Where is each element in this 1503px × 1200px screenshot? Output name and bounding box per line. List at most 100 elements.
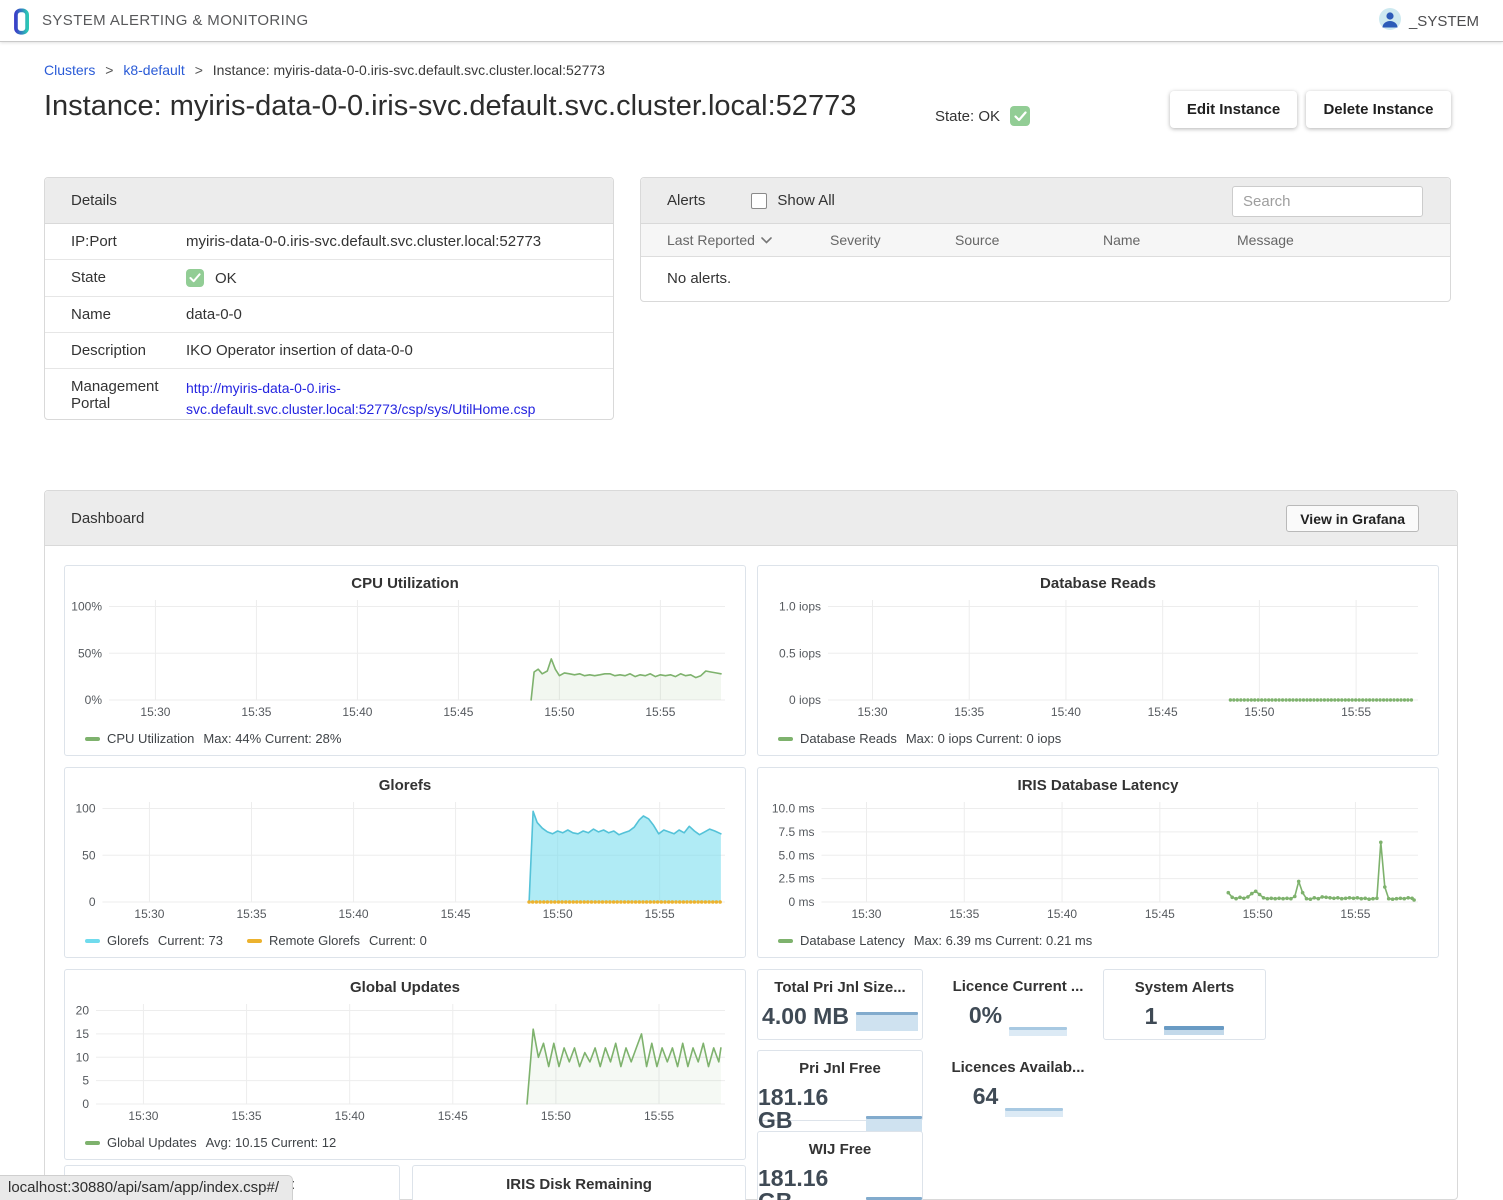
chart-svg: 15:3015:3515:4015:4515:5015:55050100 <box>69 798 741 926</box>
svg-text:15:35: 15:35 <box>236 907 266 921</box>
iris-database-latency-panel: IRIS Database Latency 15:3015:3515:4015:… <box>757 767 1439 958</box>
svg-text:15:35: 15:35 <box>954 705 984 719</box>
legend-swatch <box>85 939 100 943</box>
column-last-reported[interactable]: Last Reported <box>641 232 830 248</box>
svg-text:15: 15 <box>76 1027 90 1041</box>
state-label: State: OK <box>935 108 1000 125</box>
legend-series-name[interactable]: Global Updates <box>107 1135 197 1150</box>
breadcrumb-cluster-link[interactable]: k8-default <box>123 62 184 78</box>
legend-item: Database Latency Max: 6.39 ms Current: 0.… <box>778 933 1092 948</box>
stat-system-alerts: System Alerts 1 <box>1103 969 1266 1040</box>
stat-value: 4.00 MB <box>762 1005 849 1028</box>
legend-series-stats: Current: 73 <box>158 933 223 948</box>
column-name[interactable]: Name <box>1103 232 1237 248</box>
legend-series-name[interactable]: CPU Utilization <box>107 731 194 746</box>
svg-text:15:30: 15:30 <box>857 705 887 719</box>
legend-swatch <box>85 1141 100 1145</box>
cpu-utilization-panel: CPU Utilization 15:3015:3515:4015:4515:5… <box>64 565 746 756</box>
legend-series-name[interactable]: Remote Glorefs <box>269 933 360 948</box>
svg-text:0: 0 <box>82 1097 89 1111</box>
database-reads-panel: Database Reads 15:3015:3515:4015:4515:50… <box>757 565 1439 756</box>
details-row: Management Portal http://myiris-data-0-0… <box>45 369 613 429</box>
details-row-label: State <box>45 260 186 296</box>
chart-title: Glorefs <box>65 768 745 794</box>
user-avatar-icon[interactable] <box>1379 8 1401 35</box>
breadcrumb-clusters-link[interactable]: Clusters <box>44 62 95 78</box>
details-row: Description IKO Operator insertion of da… <box>45 333 613 369</box>
dashboard-header: Dashboard <box>71 510 144 527</box>
svg-text:0%: 0% <box>85 693 103 707</box>
legend-swatch <box>85 737 100 741</box>
svg-text:15:45: 15:45 <box>443 705 473 719</box>
chart-svg: 15:3015:3515:4015:4515:5015:5505101520 <box>69 1000 741 1128</box>
legend-item: CPU UtilizationMax: 44% Current: 28% <box>85 731 341 746</box>
svg-text:1.0 iops: 1.0 iops <box>779 600 821 614</box>
sam-logo-icon <box>12 8 32 41</box>
management-portal-link[interactable]: http://myiris-data-0-0.iris- svc.default… <box>186 369 545 429</box>
svg-text:100: 100 <box>75 802 95 816</box>
stat-value: 1 <box>1145 1005 1158 1028</box>
breadcrumb-separator: > <box>105 62 113 78</box>
show-all-label: Show All <box>777 192 835 209</box>
details-header: Details <box>45 178 613 224</box>
legend-series-name[interactable]: Glorefs <box>107 933 149 948</box>
column-message[interactable]: Message <box>1237 232 1450 248</box>
svg-text:100%: 100% <box>71 600 102 614</box>
legend-series-stats: Avg: 10.15 Current: 12 <box>206 1135 337 1150</box>
chart-legend: Glorefs Current: 73 Remote Glorefs Current:… <box>85 933 427 948</box>
details-row-value: IKO Operator insertion of data-0-0 <box>186 333 423 368</box>
legend-item: Remote Glorefs Current: 0 <box>247 933 427 948</box>
global-updates-panel: Global Updates 15:3015:3515:4015:4515:50… <box>64 969 746 1160</box>
svg-text:50%: 50% <box>78 646 102 660</box>
details-row-value: OK <box>215 270 237 287</box>
legend-item: Database ReadsMax: 0 iops Current: 0 iop… <box>778 731 1061 746</box>
username[interactable]: _SYSTEM <box>1409 13 1479 30</box>
breadcrumb-separator: > <box>195 62 203 78</box>
stat-value: 64 <box>973 1085 999 1108</box>
sparkline <box>1005 1108 1063 1117</box>
stat-value: 181.16 GB <box>758 1167 859 1200</box>
column-severity[interactable]: Severity <box>830 232 955 248</box>
stat-licences-available: Licences Availab... 64 <box>943 1050 1093 1121</box>
svg-text:10.0 ms: 10.0 ms <box>772 802 815 816</box>
svg-text:15:50: 15:50 <box>541 1109 571 1123</box>
show-all-checkbox[interactable] <box>751 193 767 209</box>
svg-text:15:40: 15:40 <box>1047 907 1077 921</box>
state-indicator: State: OK <box>935 106 1030 126</box>
legend-series-stats: Current: 0 <box>369 933 427 948</box>
legend-series-name[interactable]: Database Reads <box>800 731 897 746</box>
svg-text:15:40: 15:40 <box>335 1109 365 1123</box>
details-row-label: Description <box>45 333 186 368</box>
svg-text:50: 50 <box>82 848 96 862</box>
legend-series-name[interactable]: Database Latency <box>800 933 905 948</box>
svg-text:15:40: 15:40 <box>339 907 369 921</box>
view-in-grafana-button[interactable]: View in Grafana <box>1286 505 1419 532</box>
svg-text:15:55: 15:55 <box>1341 705 1371 719</box>
chart-legend: Database ReadsMax: 0 iops Current: 0 iop… <box>778 731 1061 746</box>
edit-instance-button[interactable]: Edit Instance <box>1170 91 1297 128</box>
chart-title: Database Reads <box>758 566 1438 592</box>
svg-text:15:55: 15:55 <box>645 705 675 719</box>
chart-plot: 15:3015:3515:4015:4515:5015:550 ms2.5 ms… <box>758 798 1438 931</box>
delete-instance-button[interactable]: Delete Instance <box>1306 91 1451 128</box>
legend-series-stats: Max: 6.39 ms Current: 0.21 ms <box>914 933 1092 948</box>
chart-svg: 15:3015:3515:4015:4515:5015:550 ms2.5 ms… <box>762 798 1434 926</box>
svg-text:5.0 ms: 5.0 ms <box>778 848 814 862</box>
svg-text:15:50: 15:50 <box>543 907 573 921</box>
svg-text:15:30: 15:30 <box>134 907 164 921</box>
column-source[interactable]: Source <box>955 232 1103 248</box>
sparkline <box>1164 1026 1224 1035</box>
chart-title: IRIS Disk Remaining <box>413 1166 745 1193</box>
iris-disk-remaining-panel: IRIS Disk Remaining <box>412 1165 746 1200</box>
svg-text:15:45: 15:45 <box>441 907 471 921</box>
stat-value: 0% <box>969 1004 1002 1027</box>
svg-text:7.5 ms: 7.5 ms <box>778 825 814 839</box>
alerts-search-input[interactable] <box>1232 186 1423 217</box>
svg-text:2.5 ms: 2.5 ms <box>778 872 814 886</box>
stat-value: 181.16 GB <box>758 1086 859 1132</box>
stat-total-pri-jnl-size: Total Pri Jnl Size... 4.00 MB <box>757 969 923 1040</box>
breadcrumb: Clusters > k8-default > Instance: myiris… <box>44 62 605 78</box>
svg-text:15:45: 15:45 <box>1145 907 1175 921</box>
details-row: State OK <box>45 260 613 297</box>
chart-legend: Global Updates Avg: 10.15 Current: 12 <box>85 1135 336 1150</box>
